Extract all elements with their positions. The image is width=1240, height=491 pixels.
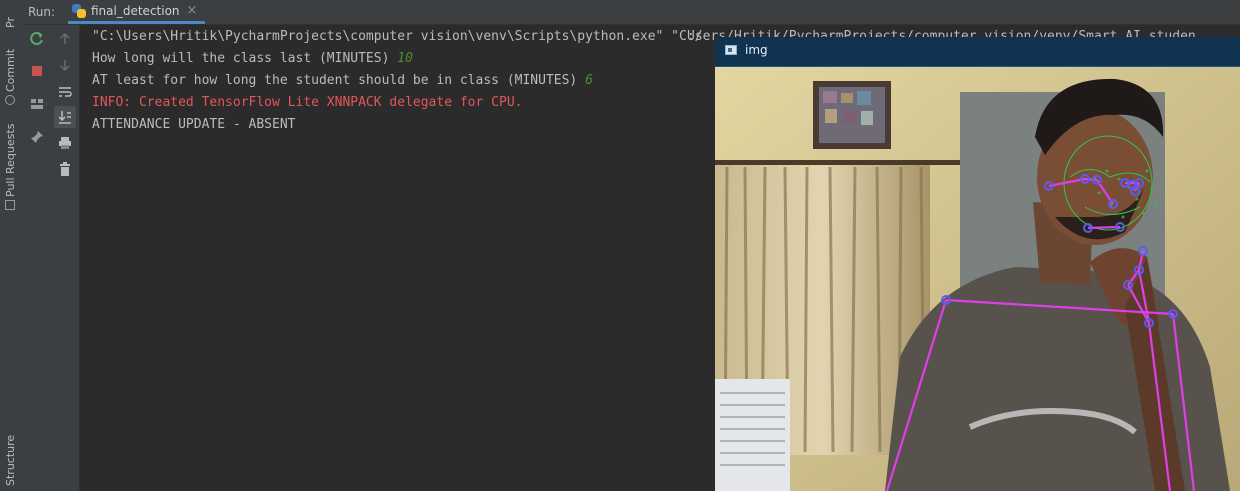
- trash-icon[interactable]: [55, 159, 75, 179]
- image-window-icon: [725, 45, 737, 55]
- image-window-titlebar[interactable]: img: [715, 37, 1240, 67]
- rerun-icon[interactable]: [27, 29, 47, 49]
- pin-icon[interactable]: [27, 127, 47, 147]
- arrow-down-icon[interactable]: [55, 55, 75, 75]
- webcam-frame: [715, 67, 1240, 491]
- print-icon[interactable]: [55, 133, 75, 153]
- console-line-min-attendance: AT least for how long the student should…: [92, 73, 593, 88]
- console-line-info: INFO: Created TensorFlow Lite XNNPACK de…: [92, 95, 523, 110]
- prompt-text: How long will the class last (MINUTES): [92, 51, 398, 66]
- console-line-class-duration: How long will the class last (MINUTES) 1…: [92, 51, 413, 66]
- commit-icon: [5, 95, 15, 105]
- console-output[interactable]: "C:\Users\Hritik\PycharmProjects\compute…: [80, 25, 720, 491]
- webcam-scene: [715, 67, 1240, 491]
- image-window-title: img: [745, 43, 768, 57]
- prompt-text: AT least for how long the student should…: [92, 73, 586, 88]
- run-label: Run:: [28, 5, 56, 19]
- run-header: Run: final_detection ×: [22, 0, 1240, 25]
- tab-final-detection[interactable]: final_detection ×: [68, 0, 206, 24]
- console-line-command: "C:\Users\Hritik\PycharmProjects\compute…: [92, 29, 703, 44]
- arrow-up-icon[interactable]: [55, 29, 75, 49]
- side-tab-pull-requests[interactable]: Pull Requests: [3, 124, 19, 197]
- stop-icon[interactable]: [27, 61, 47, 81]
- side-tab-structure[interactable]: Structure: [3, 435, 19, 486]
- close-icon[interactable]: ×: [187, 3, 198, 18]
- scroll-to-end-icon[interactable]: [54, 106, 76, 128]
- tab-label: final_detection: [91, 3, 180, 18]
- user-input-value: 6: [585, 73, 593, 88]
- python-icon: [72, 3, 86, 18]
- layout-icon[interactable]: [27, 94, 47, 114]
- pull-requests-icon: [5, 200, 15, 210]
- run-toolbar: [22, 25, 80, 491]
- console-line-attendance: ATTENDANCE UPDATE - ABSENT: [92, 117, 296, 132]
- soft-wrap-icon[interactable]: [55, 82, 75, 102]
- side-tab-project[interactable]: Pr: [3, 2, 19, 28]
- user-input-value: 10: [397, 51, 413, 66]
- image-window[interactable]: img: [715, 37, 1240, 491]
- left-tool-strip: Pr Commit Pull Requests Structure: [0, 0, 23, 491]
- side-tab-commit[interactable]: Commit: [3, 46, 19, 92]
